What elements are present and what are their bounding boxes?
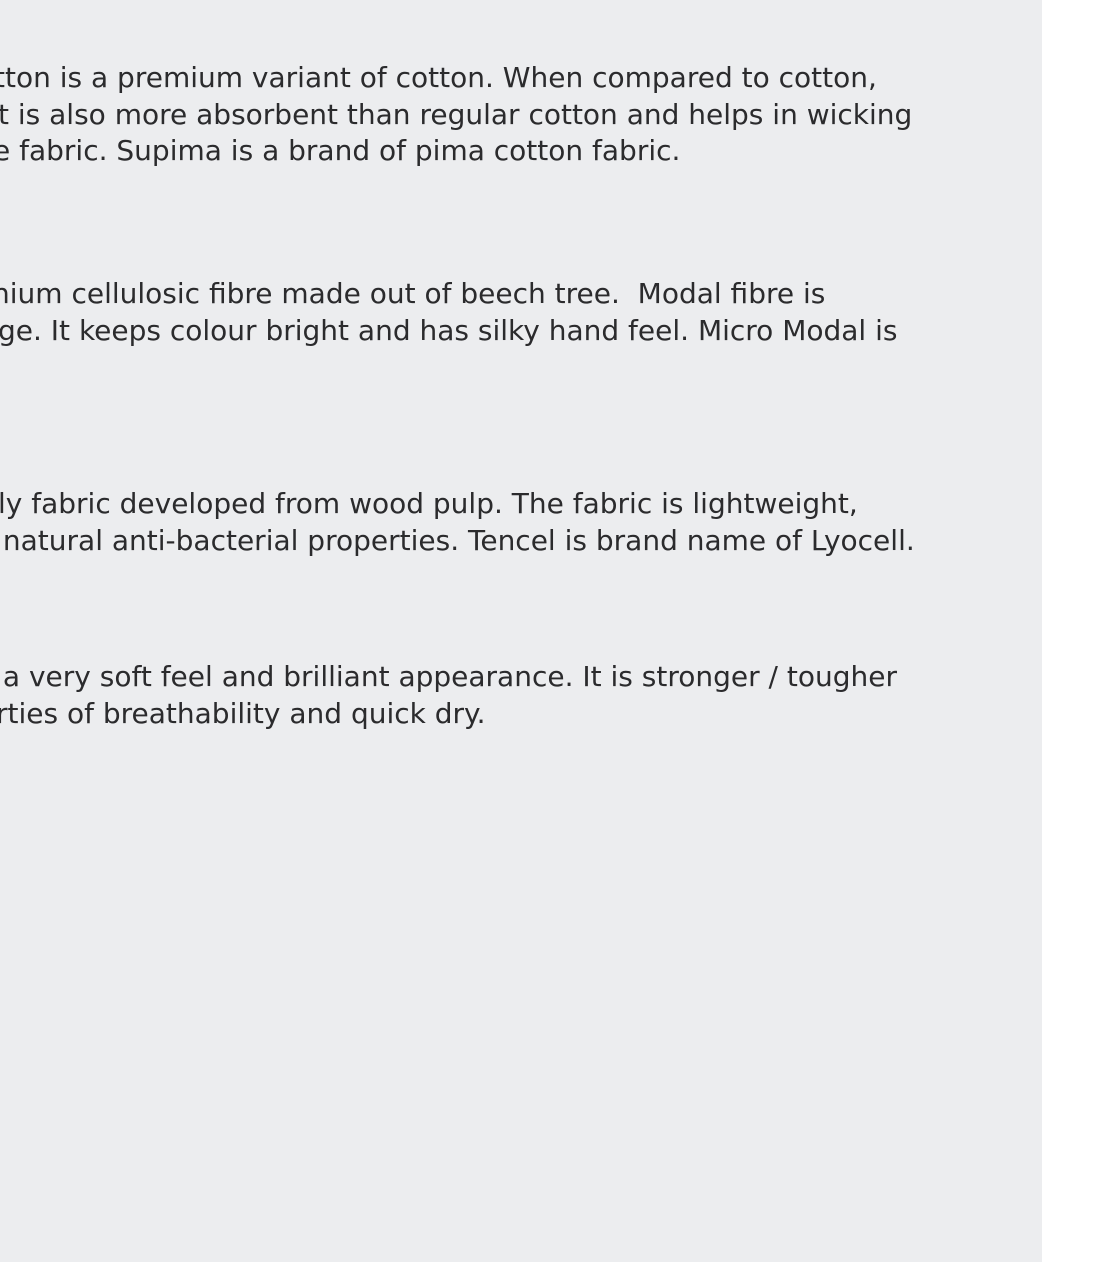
paragraph-line: natural anti-bacterial properties. Tence… — [0, 524, 915, 557]
page-margin — [1042, 0, 1100, 1280]
paragraph-line: ly fabric developed from wood pulp. The … — [0, 487, 858, 520]
paragraph-line: e fabric. Supima is a brand of pima cott… — [0, 134, 681, 167]
paragraph-line: t is also more absorbent than regular co… — [0, 98, 913, 131]
paragraph-line: ge. It keeps colour bright and has silky… — [0, 314, 898, 347]
content-panel: tton is a premium variant of cotton. Whe… — [0, 0, 1042, 1262]
paragraph-line: rties of breathability and quick dry. — [0, 697, 486, 730]
paragraph-line: nium cellulosic fibre made out of beech … — [0, 277, 826, 310]
paragraph-line: a very soft feel and brilliant appearanc… — [0, 660, 897, 693]
paragraph-line: tton is a premium variant of cotton. Whe… — [0, 61, 877, 94]
